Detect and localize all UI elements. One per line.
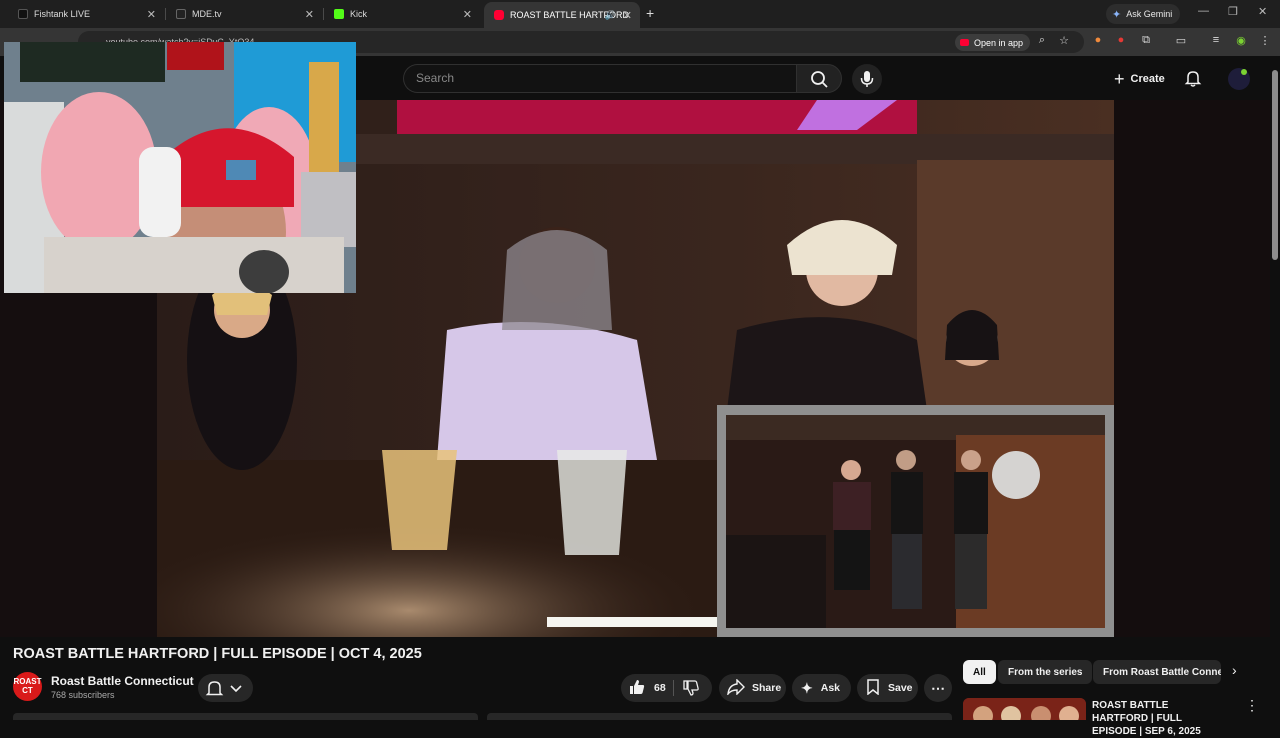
tab-title: MDE.tv [192,9,222,19]
bell-icon [205,681,242,696]
video-title: ROAST BATTLE HARTFORD | FULL EPISODE | O… [13,646,422,662]
browser-menu-icon[interactable]: ⋮ [1257,34,1273,47]
recommended-video-thumbnail[interactable] [963,698,1086,720]
like-dislike-group: 68 [621,674,712,702]
streamer-webcam-overlay [4,42,356,293]
more-horizontal-icon: ⋯ [931,679,945,696]
thumbs-down-icon [683,680,699,696]
share-icon [727,677,745,698]
close-tab-icon[interactable]: ✕ [305,8,314,21]
thumbs-up-icon [630,679,645,694]
chip-from-channel[interactable]: From Roast Battle Connecticut [1093,660,1221,684]
plus-icon: + [1114,68,1125,89]
notification-dot [1241,69,1247,75]
browser-tab-strip: Fishtank LIVE ✕ MDE.tv ✕ Kick ✕ ROAST BA… [0,0,1280,28]
cast-icon[interactable]: ▭ [1173,34,1189,47]
close-tab-icon[interactable]: ✕ [463,8,472,21]
create-label: Create [1130,73,1165,85]
search-input[interactable]: Search [403,64,796,93]
share-button[interactable]: Share [719,674,786,702]
media-controls-icon[interactable]: ≡ [1208,34,1224,46]
extension-icon[interactable]: ● [1090,34,1106,46]
ask-gemini-label: Ask Gemini [1126,9,1173,19]
recommended-video-title[interactable]: ROAST BATTLE HARTFORD | FULL EPISODE | S… [1092,699,1227,738]
like-count: 68 [654,682,666,694]
save-label: Save [888,682,913,694]
picture-in-picture-overlay [717,405,1114,637]
like-button[interactable] [629,679,645,698]
tab-kick[interactable]: Kick ✕ [324,2,480,26]
search-icon [811,71,828,88]
profile-icon[interactable]: ◉ [1233,34,1249,47]
notifications-button[interactable] [1183,68,1203,88]
create-button[interactable]: + Create [1104,66,1175,92]
page-scrollbar[interactable] [1270,56,1280,720]
tab-title: Fishtank LIVE [34,9,91,19]
chevron-right-icon[interactable]: › [1232,662,1237,678]
channel-name[interactable]: Roast Battle Connecticut [51,674,194,688]
account-avatar[interactable] [1228,68,1250,90]
kick-icon [334,9,344,19]
speaker-icon[interactable]: 🔊 [605,10,616,21]
thumbnail-image [963,698,1086,720]
channel-avatar[interactable]: ROAST CT [13,672,42,701]
pip-frame [726,415,1105,628]
tab-roast-battle[interactable]: ROAST BATTLE HARTFORD 🔊 ✕ [484,2,640,28]
divider [673,680,674,696]
more-actions-button[interactable]: ⋯ [924,674,952,702]
subscription-notifications-button[interactable] [198,674,253,702]
content-card [13,713,478,720]
open-in-app-label: Open in app [974,37,1024,48]
bell-icon [1184,71,1202,87]
youtube-icon [494,10,504,20]
share-label: Share [752,682,782,694]
sparkle-icon: ✦ [801,679,813,696]
scrollbar-thumb[interactable] [1272,70,1278,260]
fishtank-icon [18,9,28,19]
search-button[interactable] [796,64,842,93]
new-tab-button[interactable]: + [646,5,654,21]
bookmark-icon [866,678,880,698]
open-in-app-button[interactable]: Open in app [955,34,1031,51]
extensions-puzzle-icon[interactable]: ⧉ [1138,34,1154,47]
save-button[interactable]: Save [857,674,918,702]
gemini-sparkle-icon: ✦ [1112,8,1122,21]
close-tab-icon[interactable]: ✕ [147,8,156,21]
close-tab-icon[interactable]: ✕ [623,9,632,22]
tab-title: Kick [350,9,368,19]
youtube-icon [960,39,969,46]
minimize-icon[interactable]: — [1198,5,1209,17]
chip-from-series[interactable]: From the series [998,660,1093,684]
pip-stage-image [726,415,1105,628]
microphone-icon [860,71,874,87]
webcam-image [4,42,356,293]
extension-icon[interactable]: ● [1113,34,1129,46]
ask-gemini-button[interactable]: ✦ Ask Gemini [1106,4,1181,24]
tab-fishtank[interactable]: Fishtank LIVE ✕ [8,2,164,26]
chip-all[interactable]: All [963,660,996,684]
dislike-button[interactable] [683,680,699,699]
voice-search-button[interactable] [852,64,882,94]
tab-mdetv[interactable]: MDE.tv ✕ [166,2,322,26]
video-letterbox-right [1114,100,1270,637]
close-window-icon[interactable]: ✕ [1258,5,1267,18]
subscriber-count: 768 subscribers [51,690,115,700]
ask-button[interactable]: ✦ Ask [792,674,851,702]
mdetv-icon [176,9,186,19]
more-vertical-icon[interactable]: ⋮ [1245,697,1259,714]
bookmark-star-icon[interactable]: ☆ [1056,34,1072,47]
zoom-icon[interactable]: ⌕ [1034,34,1050,47]
content-card [487,713,952,720]
restore-icon[interactable]: ❐ [1228,5,1238,18]
ask-label: Ask [820,682,840,694]
